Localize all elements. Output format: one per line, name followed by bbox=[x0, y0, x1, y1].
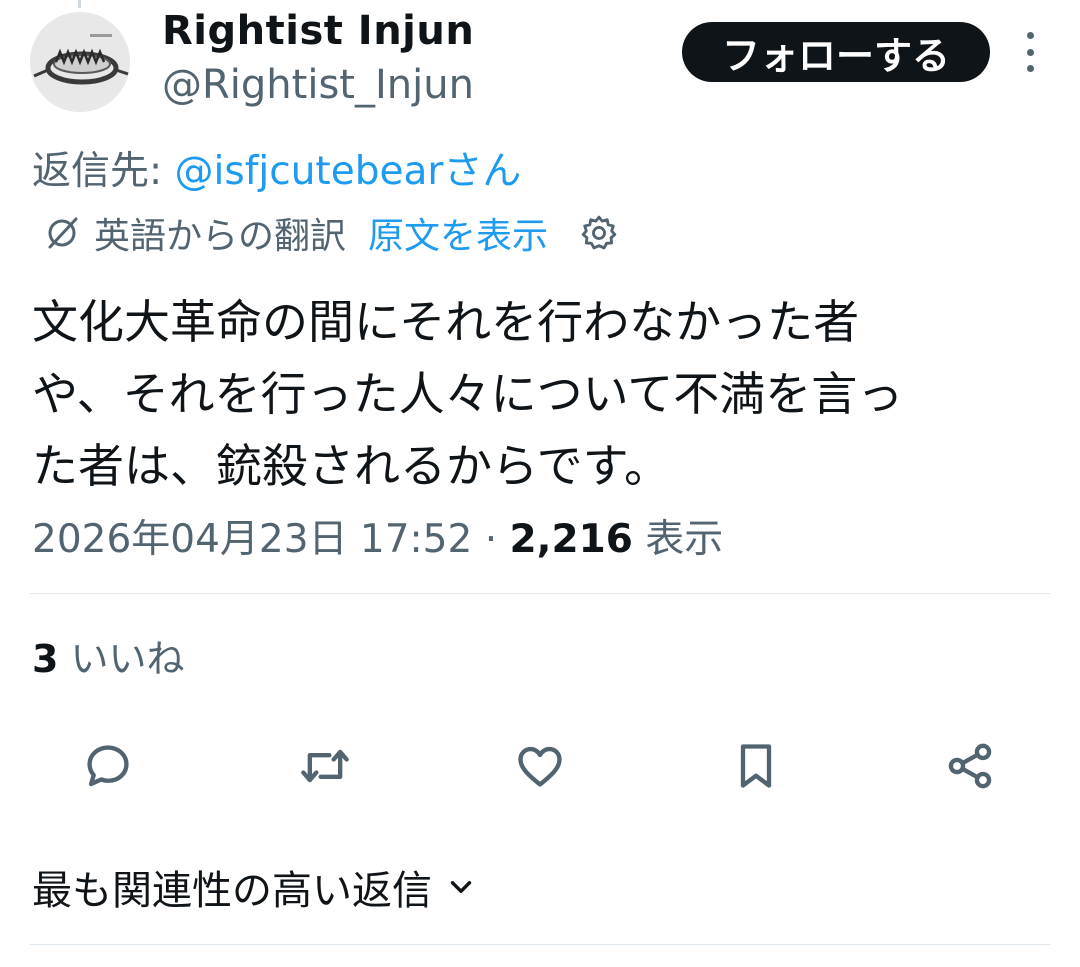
reply-sort-label: 最も関連性の高い返信 bbox=[32, 868, 432, 914]
translation-label: 英語からの翻訳 bbox=[94, 216, 347, 257]
like-icon bbox=[518, 746, 562, 787]
translation-icon bbox=[48, 217, 78, 249]
reply-to-line: 返信先: @isfjcutebearさん bbox=[32, 140, 521, 196]
retweet-button[interactable] bbox=[297, 738, 353, 794]
likes-count: 3 bbox=[32, 637, 59, 681]
reply-to-prefix: 返信先: bbox=[32, 149, 175, 194]
tweet-meta: 2026年04月23日 17:52 · 2,216 表示 bbox=[32, 508, 723, 564]
tweet-text-line: や、それを行った人々について不満を言っ bbox=[32, 367, 904, 421]
translation-row: 英語からの翻訳 原文を表示 bbox=[42, 208, 618, 258]
meta-separator: · bbox=[472, 517, 510, 562]
more-options-icon[interactable] bbox=[1018, 32, 1042, 72]
retweet-icon bbox=[301, 749, 349, 783]
reply-icon bbox=[87, 745, 129, 787]
views-label: 表示 bbox=[632, 517, 724, 562]
tweet-text-line: 文化大革命の間にそれを行わなかった者 bbox=[32, 295, 860, 349]
show-original-link[interactable]: 原文を表示 bbox=[368, 207, 548, 259]
reply-to-mention-link[interactable]: @isfjcutebearさん bbox=[175, 149, 522, 194]
share-button[interactable] bbox=[942, 738, 998, 794]
timestamp-link[interactable]: 2026年04月23日 17:52 bbox=[32, 517, 472, 562]
reply-button[interactable] bbox=[80, 738, 136, 794]
share-icon bbox=[948, 743, 992, 789]
likes-row[interactable]: 3 いいね bbox=[32, 628, 185, 683]
views-count: 2,216 bbox=[509, 517, 633, 562]
like-button[interactable] bbox=[512, 738, 568, 794]
thread-line bbox=[78, 0, 81, 8]
likes-label: いいね bbox=[58, 637, 185, 681]
bookmark-button[interactable] bbox=[728, 738, 784, 794]
tweet-text-line: た者は、銃殺されるからです。 bbox=[32, 439, 671, 493]
tweet-text: 文化大革命の間にそれを行わなかった者 や、それを行った人々について不満を言っ た… bbox=[32, 286, 1042, 502]
gear-icon[interactable] bbox=[580, 214, 618, 252]
chevron-down-icon bbox=[450, 881, 472, 893]
follow-button[interactable]: フォローする bbox=[682, 22, 990, 82]
bear-trap-avatar-icon bbox=[30, 12, 130, 112]
author-display-name[interactable]: Rightist Injun bbox=[162, 8, 474, 54]
author-handle[interactable]: @Rightist_Injun bbox=[162, 62, 474, 108]
avatar[interactable] bbox=[30, 12, 130, 112]
divider bbox=[30, 593, 1050, 594]
divider bbox=[30, 944, 1050, 945]
reply-sort-dropdown[interactable]: 最も関連性の高い返信 bbox=[32, 858, 478, 916]
bookmark-icon bbox=[740, 744, 772, 788]
